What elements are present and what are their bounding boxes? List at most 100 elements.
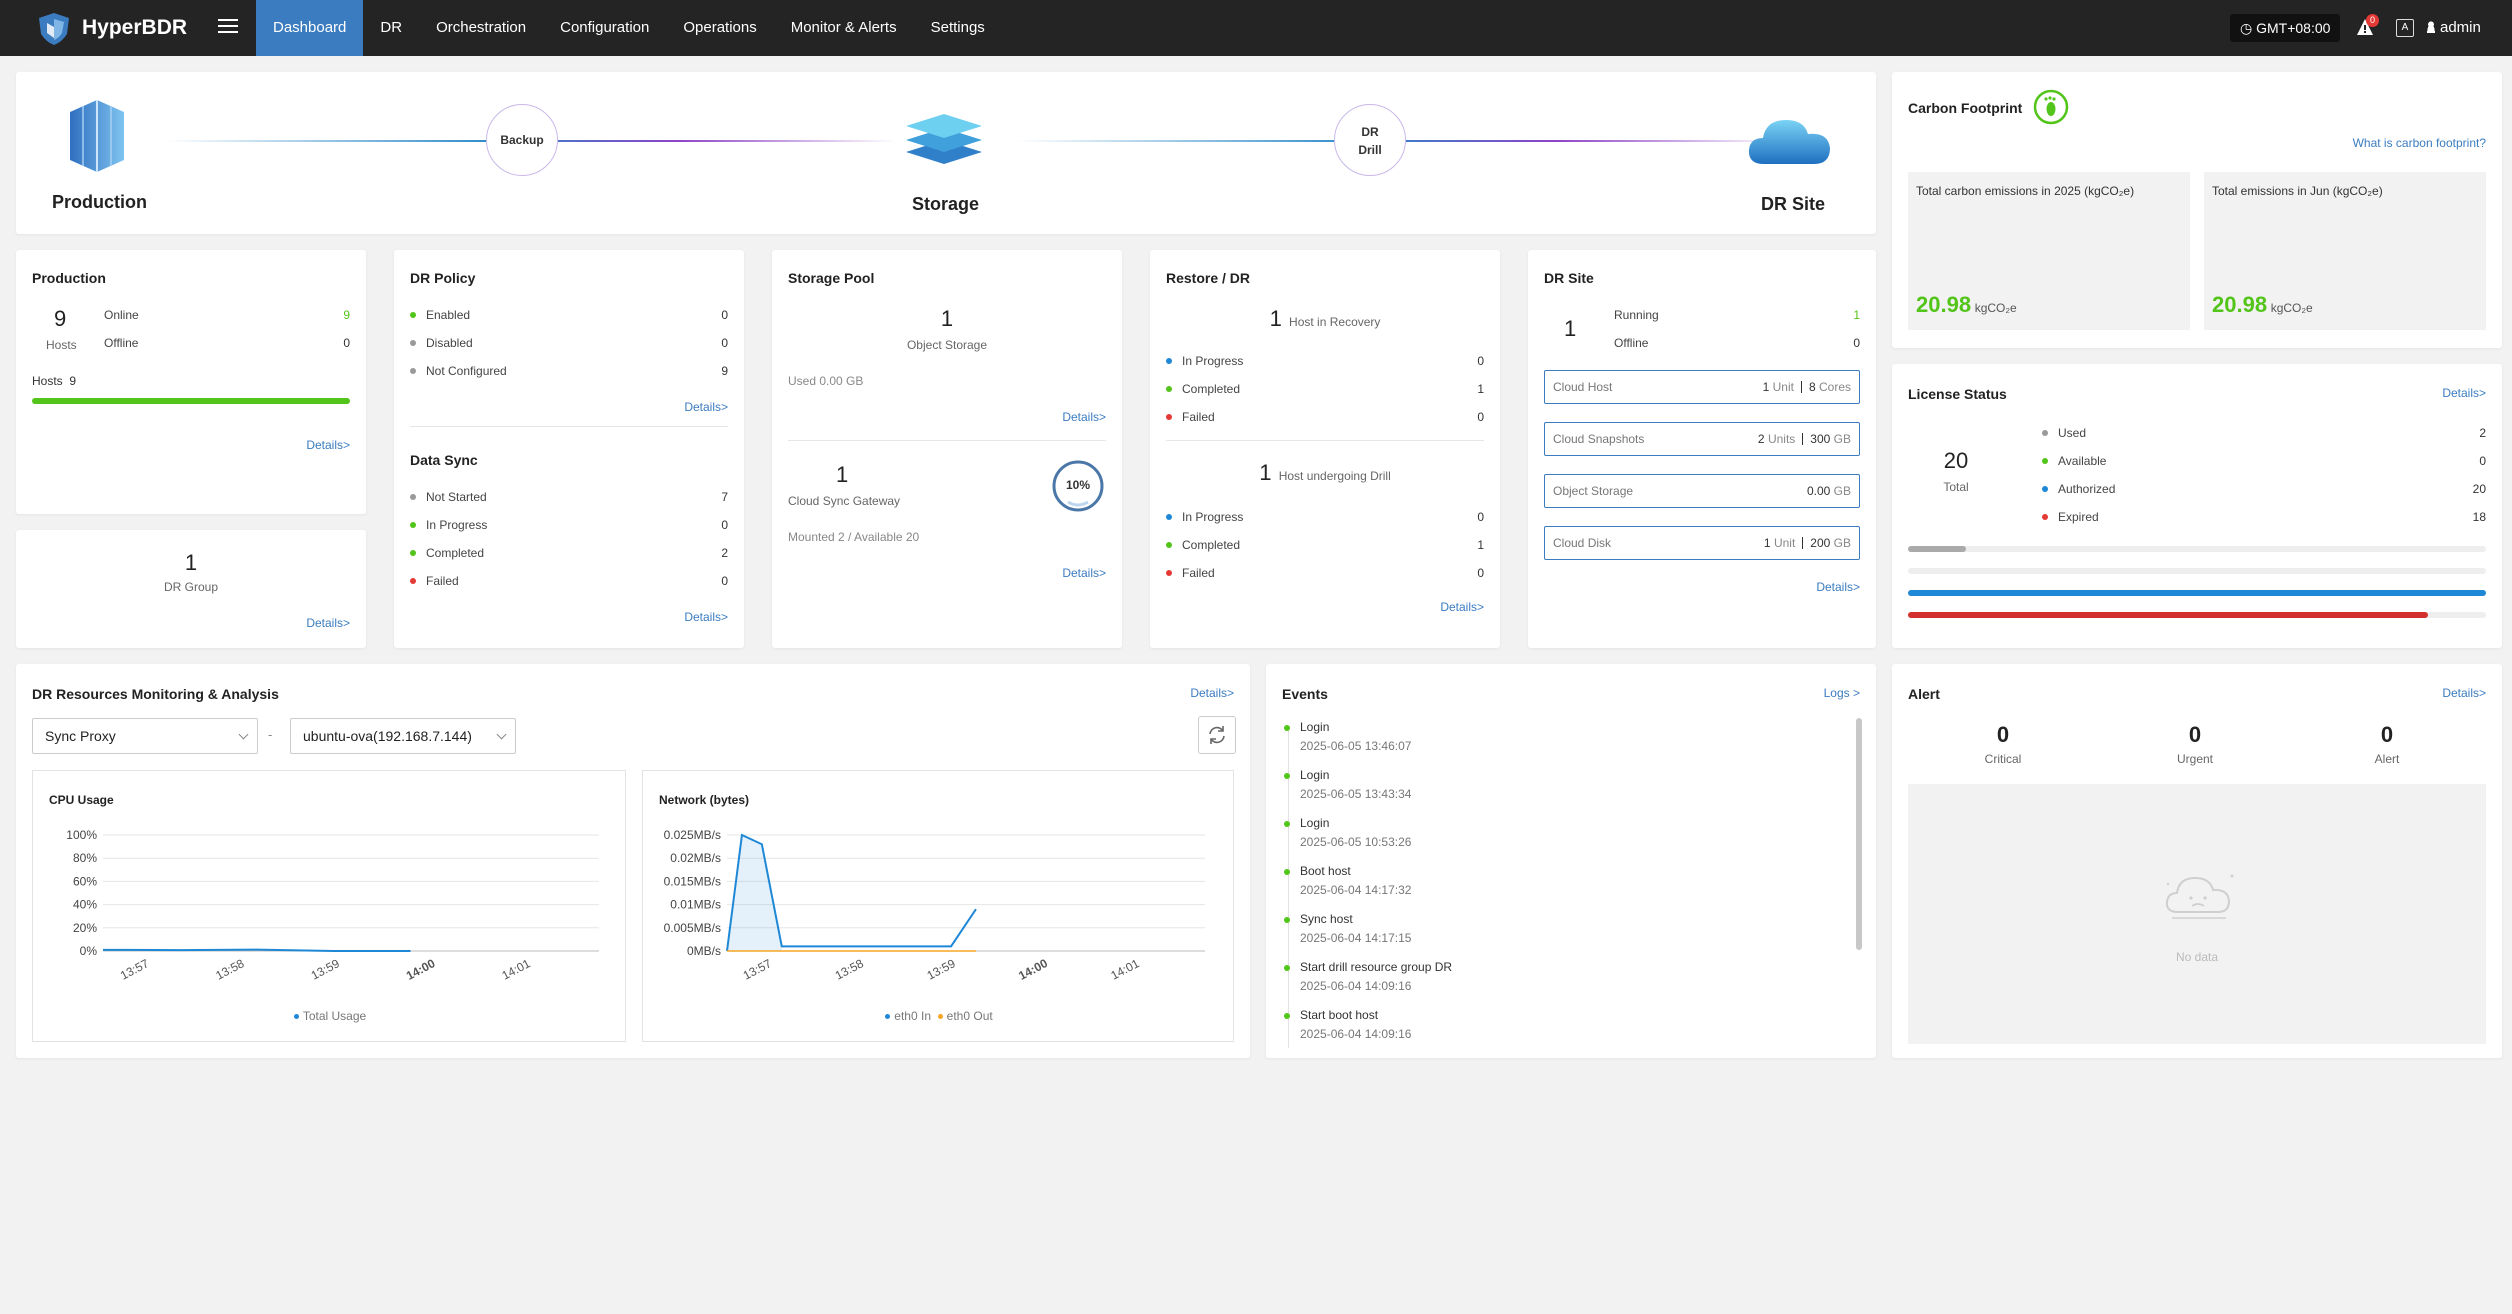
menu-toggle-icon[interactable] [218, 15, 238, 37]
carbon-info-link[interactable]: What is carbon footprint? [2353, 136, 2486, 150]
events-scrollbar[interactable] [1856, 718, 1862, 950]
y-tick-label: 0.025MB/s [664, 828, 721, 842]
dr-site-cloud-icon [1748, 120, 1830, 164]
production-label: Production [52, 192, 147, 212]
production-details-link[interactable]: Details> [306, 438, 350, 452]
brand-name: HyperBDR [82, 16, 188, 39]
alert-details-link[interactable]: Details> [2442, 686, 2486, 700]
sync-failed: Failed [410, 574, 459, 588]
monitoring-details-link[interactable]: Details> [1190, 686, 1234, 700]
cloud-snapshots-box: Cloud Snapshots 2 Units 300 GB [1544, 422, 1860, 456]
username: admin [2440, 19, 2481, 36]
nav-settings[interactable]: Settings [914, 0, 1002, 56]
restore-details-link[interactable]: Details> [1440, 600, 1484, 614]
refresh-button[interactable] [1198, 716, 1236, 754]
storage-used-text: Used 0.00 GB [788, 374, 864, 388]
license-bar-track [1908, 568, 2486, 574]
gateway-details-link[interactable]: Details> [1062, 566, 1106, 580]
production-hosts-count: 9 [54, 306, 67, 331]
x-tick-label: 14:01 [1108, 956, 1141, 983]
y-tick-label: 60% [73, 874, 97, 888]
chevron-down-icon [496, 729, 507, 740]
nav-configuration[interactable]: Configuration [543, 0, 666, 56]
dr-offline-value: 0 [1853, 336, 1860, 350]
y-tick-label: 0MB/s [687, 944, 721, 958]
dr-policy-details-link[interactable]: Details> [684, 400, 728, 414]
resource-type-value: Sync Proxy [45, 728, 116, 744]
recovery-in-progress: In Progress [1166, 354, 1243, 368]
nav-orchestration[interactable]: Orchestration [419, 0, 543, 56]
status-dot [410, 494, 416, 500]
dr-site-details-link[interactable]: Details> [1816, 580, 1860, 594]
license-expired: Expired [2042, 510, 2099, 524]
data-sync-details-link[interactable]: Details> [684, 610, 728, 624]
hosts-bar-label: Hosts 9 [32, 374, 77, 388]
alert-urgent: 0 Urgent [2176, 722, 2214, 766]
alert-alert: 0 Alert [2374, 722, 2400, 766]
cloud-disk-box: Cloud Disk 1 Unit 200 GB [1544, 526, 1860, 560]
refresh-icon [1209, 726, 1225, 744]
drill-in-progress-value: 0 [1477, 510, 1484, 524]
dr-policy-card: DR Policy Enabled 0 Disabled 0 Not Confi… [394, 250, 744, 648]
host-select[interactable]: ubuntu-ova(192.168.7.144) [290, 718, 516, 754]
dr-policy-title: DR Policy [410, 270, 476, 286]
network-chart-plot: 0.025MB/s 0.02MB/s 0.015MB/s 0.01MB/s 0.005M… [664, 828, 1205, 983]
drill-label-line2: Drill [1358, 143, 1382, 157]
license-bar-fill [1908, 546, 1966, 552]
nav-monitor-alerts[interactable]: Monitor & Alerts [774, 0, 914, 56]
license-used-value: 2 [2479, 426, 2486, 440]
license-available: Available [2042, 454, 2106, 468]
license-total-label: Total [1943, 480, 1969, 494]
network-chart: Network (bytes) 0.025MB/s 0.02MB/s 0.015MB… [642, 770, 1234, 1042]
event-item: Start drill resource group DR 2025-06-04 … [1284, 960, 1452, 993]
y-tick-label: 20% [73, 921, 97, 935]
online-label: Online [104, 308, 139, 322]
nav-operations[interactable]: Operations [666, 0, 773, 56]
sync-not-started-value: 7 [721, 490, 728, 504]
backup-label: Backup [500, 133, 544, 147]
status-dot [1166, 570, 1172, 576]
resource-type-select[interactable]: Sync Proxy [32, 718, 258, 754]
status-dot [410, 368, 416, 374]
y-tick-label: 40% [73, 898, 97, 912]
status-dot [2042, 458, 2048, 464]
events-logs-link[interactable]: Logs > [1824, 686, 1860, 700]
policy-disabled-value: 0 [721, 336, 728, 350]
sync-failed-value: 0 [721, 574, 728, 588]
y-tick-label: 0% [80, 944, 98, 958]
events-title: Events [1282, 686, 1328, 702]
object-storage-box: Object Storage 0.00 GB [1544, 474, 1860, 508]
carbon-total-box: Total carbon emissions in 2025 (kgCO₂e) … [1908, 172, 2190, 330]
alert-critical: 0 Critical [1984, 722, 2022, 766]
events-card: Events Logs > Login 2025-06-05 13:46:07 L… [1266, 664, 1876, 1058]
hyperbdr-logo-icon [39, 13, 69, 45]
gateway-count: 1 [836, 462, 849, 487]
recovery-failed-value: 0 [1477, 410, 1484, 424]
dr-group-details-link[interactable]: Details> [306, 616, 350, 630]
drill-count: 1 [1259, 460, 1272, 485]
nav-dashboard[interactable]: Dashboard [256, 0, 364, 56]
language-icon[interactable]: A [2396, 19, 2414, 37]
policy-enabled: Enabled [410, 308, 470, 322]
timezone-button[interactable]: ◷ GMT+08:00 [2230, 14, 2341, 42]
event-item: Login 2025-06-05 13:46:07 [1284, 720, 1411, 753]
carbon-month-box: Total emissions in Jun (kgCO₂e) 20.98 kg… [2204, 172, 2486, 330]
production-card: Production 9 Hosts Online 9 Offline 0 Ho… [16, 250, 366, 514]
carbon-total-label: Total carbon emissions in 2025 (kgCO₂e) [1916, 184, 2135, 198]
license-details-link[interactable]: Details> [2442, 386, 2486, 400]
event-item: Boot host 2025-06-04 14:17:32 [1284, 864, 1411, 897]
user-menu[interactable]: admin [2426, 19, 2481, 36]
nav-dr[interactable]: DR [363, 0, 419, 56]
dr-group-card: 1 DR Group Details> [16, 530, 366, 648]
storage-pool-details-link[interactable]: Details> [1062, 410, 1106, 424]
license-bar-track [1908, 612, 2486, 618]
carbon-footprint-card: Carbon Footprint What is carbon footprin… [1892, 72, 2502, 348]
cpu-chart-plot: 100% 80% 60% 40% 20% 0% 13:57 13:58 13:59 14:00 14… [66, 828, 599, 983]
chevron-down-icon [238, 729, 249, 740]
monitoring-title: DR Resources Monitoring & Analysis [32, 686, 279, 702]
running-value: 1 [1853, 308, 1860, 322]
online-value: 9 [343, 308, 350, 322]
sync-completed: Completed [410, 546, 484, 560]
cpu-usage-chart: CPU Usage 100% 80% 60% 40% 20% 0% 13:57 13:58 13… [32, 770, 626, 1042]
dr-site-card: DR Site 1 Running 1 Offline 0 Cloud Host… [1528, 250, 1876, 648]
